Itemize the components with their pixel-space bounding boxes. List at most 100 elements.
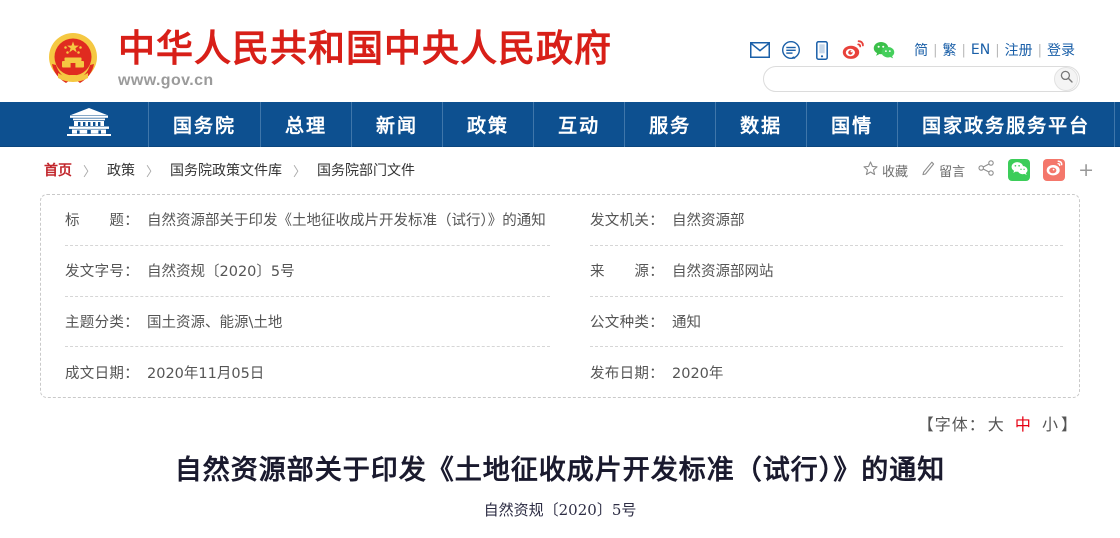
meta-column-right: 发文机关： 自然资源部 来 源： 自然资源部网站 公文种类： 通知 发布日期： … xyxy=(560,195,1079,397)
breadcrumb: 首页 〉 政策 〉 国务院政策文件库 〉 国务院部门文件 xyxy=(44,160,415,180)
meta-value: 国土资源、能源\土地 xyxy=(147,314,283,331)
share-button[interactable] xyxy=(978,160,995,180)
breadcrumb-item-home[interactable]: 首页 xyxy=(44,160,72,180)
utility-bar: 简 | 繁 | EN | 注册 | 登录 xyxy=(749,38,1080,62)
nav-item-hudong[interactable]: 互动 xyxy=(534,102,626,147)
meta-label: 发文字号： xyxy=(65,264,139,281)
nav-item-guoqing[interactable]: 国情 xyxy=(807,102,899,147)
breadcrumb-separator: 〉 xyxy=(83,164,97,180)
meta-label: 公文种类： xyxy=(590,314,664,331)
share-icon xyxy=(978,160,995,180)
font-picker-prefix: 字体： xyxy=(934,415,986,434)
font-size-picker: 【字体：大 中 小】 xyxy=(0,398,1120,435)
meta-label: 标 题： xyxy=(65,213,139,230)
meta-value: 2020年11月05日 xyxy=(147,365,265,382)
nav-item-zhengwu-pingtai[interactable]: 国家政务服务平台 xyxy=(898,102,1116,147)
breadcrumb-item-policy[interactable]: 政策 xyxy=(107,160,135,180)
nav-label: 互动 xyxy=(558,115,601,137)
nav-label: 数据 xyxy=(740,115,783,137)
breadcrumb-separator: 〉 xyxy=(293,164,307,180)
tiananmen-icon xyxy=(60,107,118,142)
utility-links: 简 | 繁 | EN | 注册 | 登录 xyxy=(909,40,1080,60)
login-link[interactable]: 登录 xyxy=(1042,40,1080,60)
mail-icon[interactable] xyxy=(749,39,771,61)
action-bar: 收藏 留言 + xyxy=(863,147,1094,193)
brand-text: 中华人民共和国中央人民政府 www.gov.cn xyxy=(118,28,612,90)
share-wechat-button[interactable] xyxy=(1008,159,1031,181)
pencil-icon xyxy=(921,161,935,180)
page-title: 自然资源部关于印发《土地征收成片开发标准（试行）》的通知 xyxy=(174,455,946,486)
lang-english-link[interactable]: EN xyxy=(966,42,995,58)
document-header: 自然资源部关于印发《土地征收成片开发标准（试行）》的通知 自然资规〔2020〕5… xyxy=(0,435,1120,520)
favorite-button[interactable]: 收藏 xyxy=(863,160,909,180)
meta-row-doc-type: 公文种类： 通知 xyxy=(590,297,1063,348)
main-navigation: 国务院 总理 新闻 政策 互动 服务 数据 国情 国家政务服务平台 xyxy=(0,102,1120,147)
nav-label: 国情 xyxy=(831,115,874,137)
nav-item-shuju[interactable]: 数据 xyxy=(716,102,808,147)
meta-label: 主题分类： xyxy=(65,314,139,331)
weibo-icon xyxy=(1046,160,1063,180)
site-title: 中华人民共和国中央人民政府 xyxy=(118,27,612,70)
breadcrumb-item-department-docs[interactable]: 国务院部门文件 xyxy=(317,160,415,180)
search-button[interactable] xyxy=(1054,67,1078,91)
lang-simplified-link[interactable]: 简 xyxy=(909,40,933,60)
wechat-icon xyxy=(1011,161,1028,180)
meta-row-publish-date: 发布日期： 2020年 xyxy=(590,347,1063,397)
mobile-icon[interactable] xyxy=(811,39,833,61)
weibo-icon[interactable] xyxy=(842,39,864,61)
nav-item-zhengce[interactable]: 政策 xyxy=(443,102,535,147)
document-number: 自然资规〔2020〕5号 xyxy=(483,501,637,519)
breadcrumb-bar: 首页 〉 政策 〉 国务院政策文件库 〉 国务院部门文件 收藏 留言 + xyxy=(0,147,1120,194)
nav-item-home[interactable] xyxy=(30,102,149,147)
nav-label: 政策 xyxy=(467,115,510,137)
meta-value: 自然资源部关于印发《土地征收成片开发标准（试行）》的通知 xyxy=(147,213,546,230)
meta-value: 自然资规〔2020〕5号 xyxy=(147,264,295,281)
nav-item-zongli[interactable]: 总理 xyxy=(261,102,353,147)
search-icon xyxy=(1060,70,1073,88)
nav-item-xinwen[interactable]: 新闻 xyxy=(352,102,444,147)
meta-row-doc-number: 发文字号： 自然资规〔2020〕5号 xyxy=(65,246,550,297)
more-share-button[interactable]: + xyxy=(1078,160,1094,180)
meta-row-title: 标 题： 自然资源部关于印发《土地征收成片开发标准（试行）》的通知 xyxy=(65,195,550,246)
breadcrumb-separator: 〉 xyxy=(146,164,160,180)
nav-right-spacer xyxy=(1115,102,1120,147)
breadcrumb-item-policy-library[interactable]: 国务院政策文件库 xyxy=(170,160,282,180)
message-icon[interactable] xyxy=(780,39,802,61)
nav-label: 总理 xyxy=(285,115,328,137)
nav-label: 服务 xyxy=(649,115,692,137)
font-size-small-button[interactable]: 小 xyxy=(1040,415,1061,434)
meta-value: 自然资源部 xyxy=(672,213,745,230)
meta-label: 来 源： xyxy=(590,264,664,281)
meta-value: 自然资源部网站 xyxy=(672,264,774,281)
star-icon xyxy=(863,160,878,180)
font-size-large-button[interactable]: 大 xyxy=(986,415,1007,434)
search-box[interactable] xyxy=(763,66,1080,92)
meta-label: 成文日期： xyxy=(65,365,139,382)
national-emblem-icon xyxy=(42,28,104,90)
nav-item-guowuyuan[interactable]: 国务院 xyxy=(149,102,262,147)
site-brand[interactable]: 中华人民共和国中央人民政府 www.gov.cn xyxy=(42,28,612,90)
nav-label: 新闻 xyxy=(376,115,419,137)
document-meta-box: 标 题： 自然资源部关于印发《土地征收成片开发标准（试行）》的通知 发文字号： … xyxy=(40,194,1080,398)
document-meta-wrapper: 标 题： 自然资源部关于印发《土地征收成片开发标准（试行）》的通知 发文字号： … xyxy=(0,194,1120,398)
meta-label: 发布日期： xyxy=(590,365,664,382)
lang-traditional-link[interactable]: 繁 xyxy=(938,40,962,60)
register-link[interactable]: 注册 xyxy=(1000,40,1038,60)
nav-item-fuwu[interactable]: 服务 xyxy=(625,102,717,147)
meta-row-topic: 主题分类： 国土资源、能源\土地 xyxy=(65,297,550,348)
font-size-medium-button[interactable]: 中 xyxy=(1013,415,1034,434)
site-url: www.gov.cn xyxy=(118,72,214,89)
meta-column-left: 标 题： 自然资源部关于印发《土地征收成片开发标准（试行）》的通知 发文字号： … xyxy=(41,195,560,397)
meta-value: 通知 xyxy=(672,314,701,331)
favorite-label: 收藏 xyxy=(882,164,909,180)
comment-button[interactable]: 留言 xyxy=(921,161,965,180)
meta-label: 发文机关： xyxy=(590,213,664,230)
wechat-icon[interactable] xyxy=(873,39,895,61)
font-picker-open-bracket: 【 xyxy=(917,415,935,434)
meta-value: 2020年 xyxy=(672,365,724,382)
font-picker-close-bracket: 】 xyxy=(1060,415,1078,434)
share-weibo-button[interactable] xyxy=(1043,159,1066,181)
meta-row-written-date: 成文日期： 2020年11月05日 xyxy=(65,347,550,397)
meta-row-issuing-agency: 发文机关： 自然资源部 xyxy=(590,195,1063,246)
search-input[interactable] xyxy=(776,67,1054,91)
